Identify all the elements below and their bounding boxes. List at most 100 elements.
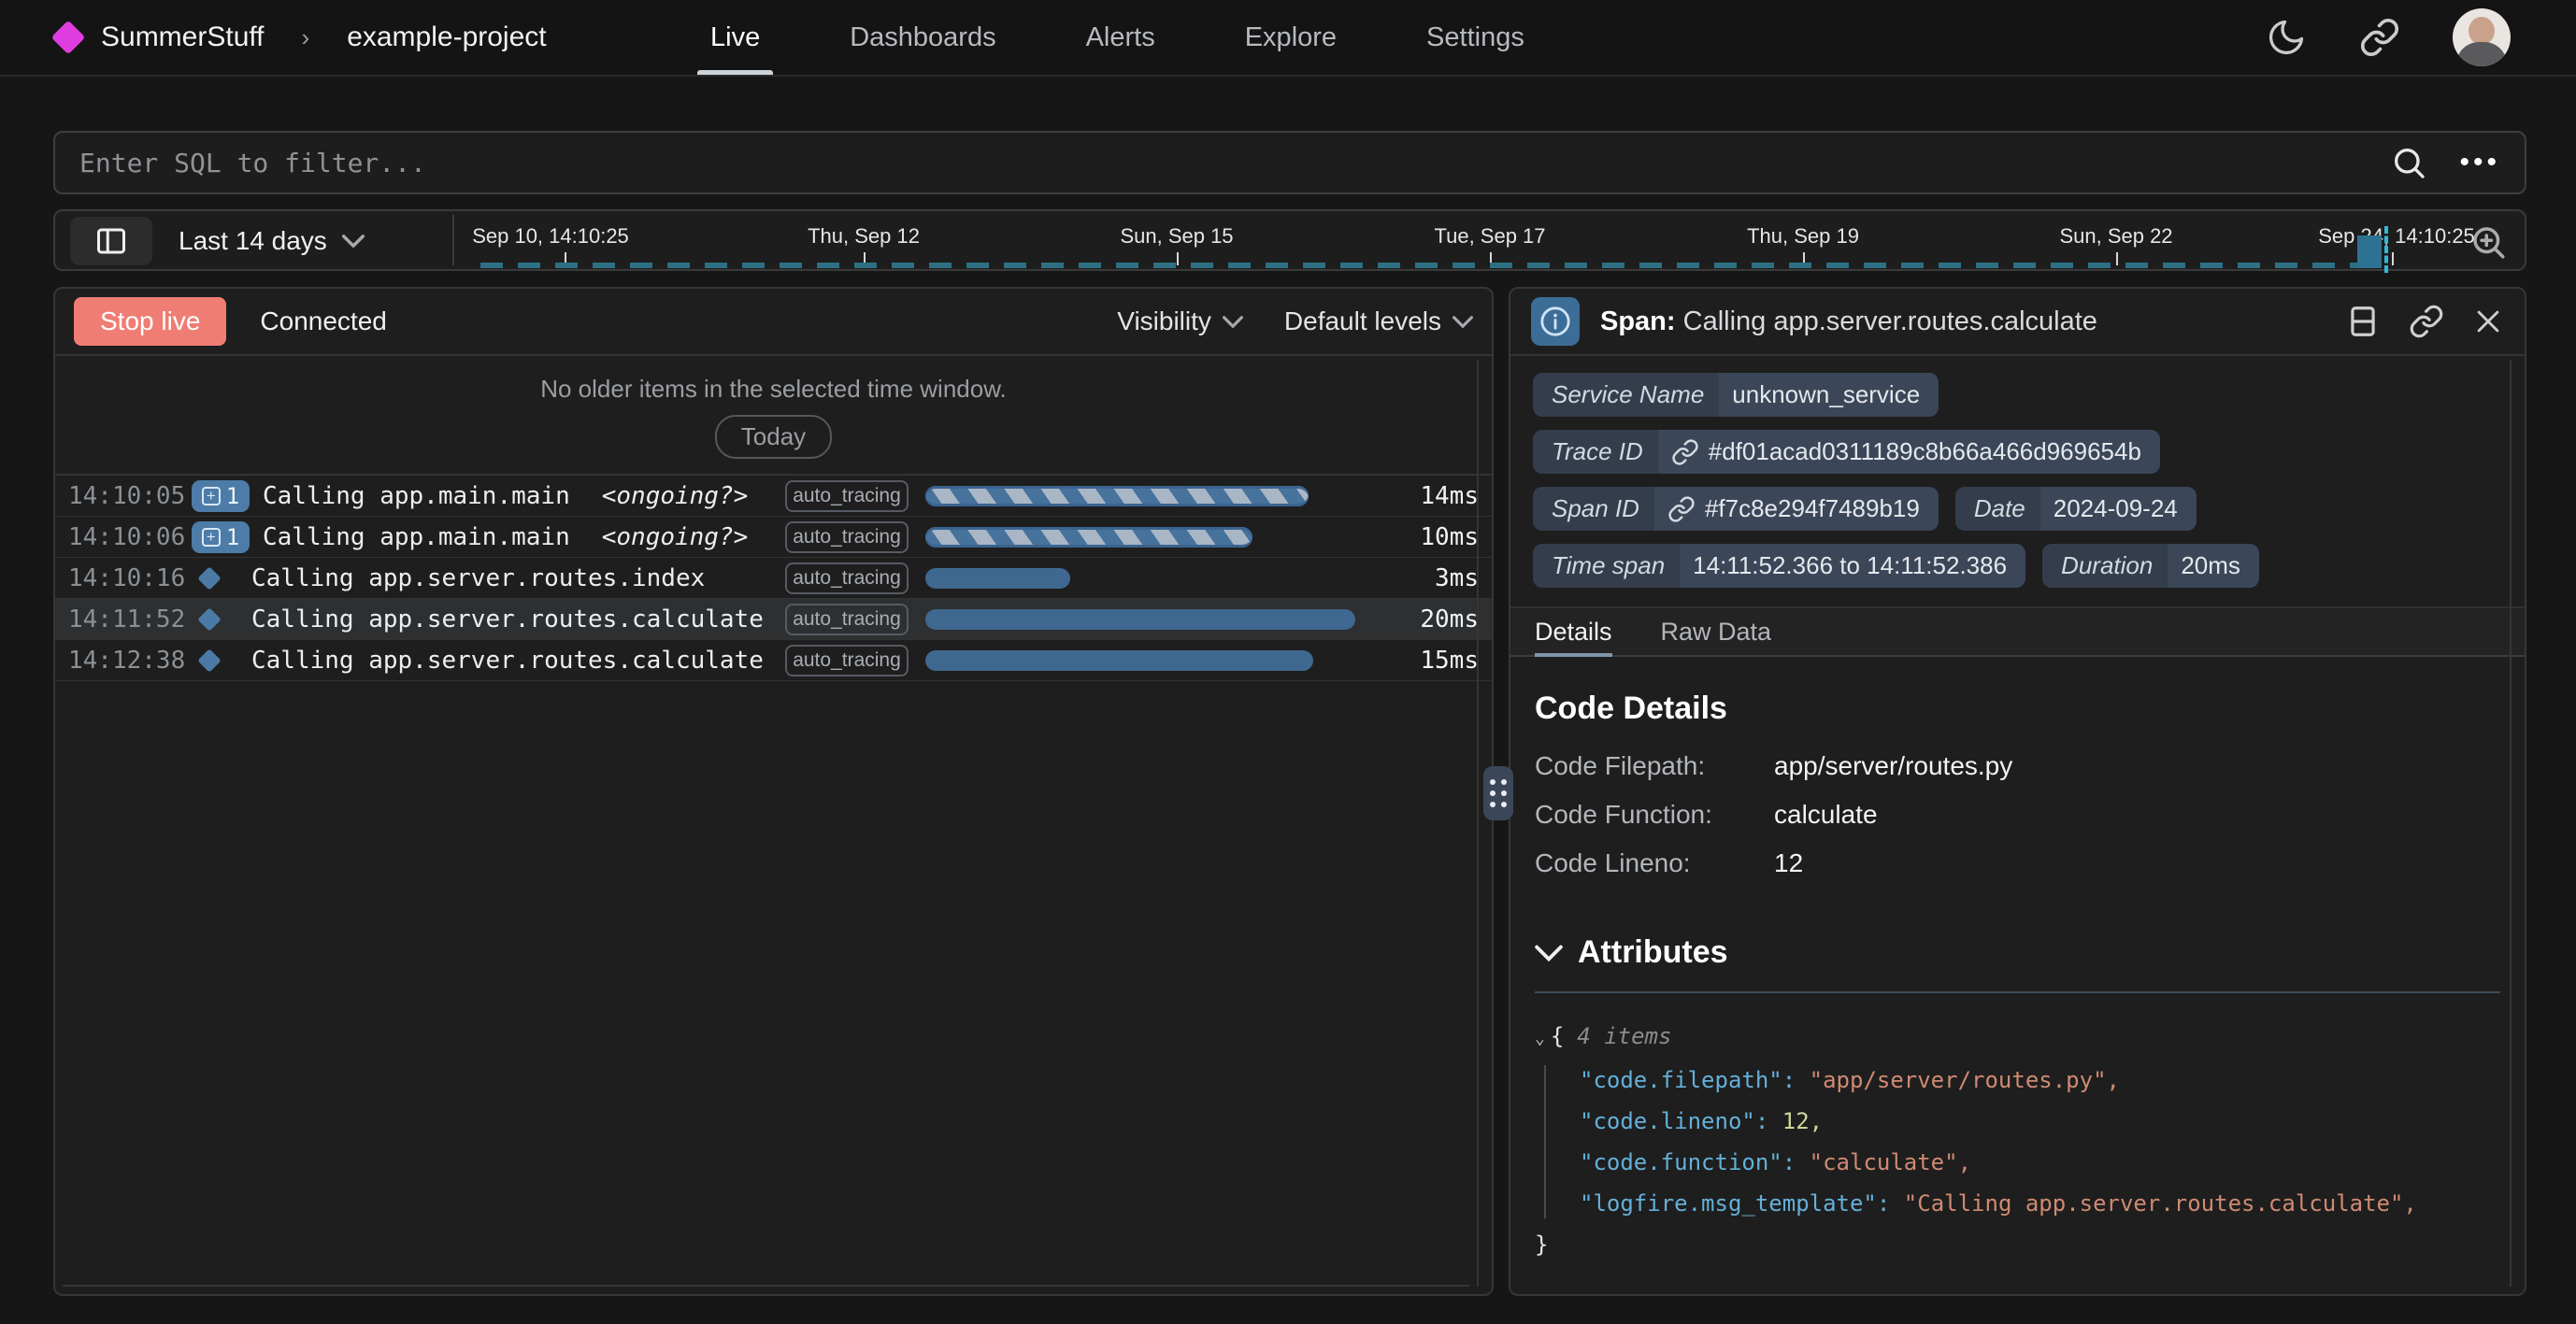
attributes-collapse-toggle[interactable]: Attributes [1535, 934, 2500, 971]
tab-dashboards[interactable]: Dashboards [850, 0, 995, 75]
plus-square-icon: + [202, 528, 221, 547]
span-row[interactable]: 14:10:06 +1 Calling app.main.main <ongoi… [55, 517, 1492, 558]
row-tag[interactable]: auto_tracing [785, 480, 909, 512]
row-timestamp: 14:10:16 [68, 564, 180, 592]
span-row[interactable]: 14:10:16 Calling app.server.routes.index… [55, 558, 1492, 599]
user-avatar[interactable] [2453, 8, 2511, 66]
duration-bar [925, 609, 1355, 630]
span-row[interactable]: 14:10:05 +1 Calling app.main.main <ongoi… [55, 476, 1492, 517]
span-panel-title: Span: Calling app.server.routes.calculat… [1600, 306, 2097, 337]
row-duration: 14ms [1393, 482, 1479, 510]
vertical-scrollbar[interactable] [2510, 360, 2512, 1287]
code-details-heading: Code Details [1535, 690, 2500, 727]
tab-explore[interactable]: Explore [1245, 0, 1337, 75]
dark-mode-moon-icon[interactable] [2266, 17, 2307, 58]
today-button[interactable]: Today [715, 415, 832, 459]
badge-service-name: Service Name unknown_service [1533, 373, 1939, 417]
span-diamond-icon [197, 607, 221, 631]
tab-live[interactable]: Live [710, 0, 760, 75]
span-row-selected[interactable]: 14:11:52 Calling app.server.routes.calcu… [55, 599, 1492, 640]
expand-children-badge[interactable]: +1 [192, 521, 250, 553]
timeline-tick-label: Sun, Sep 15 [1120, 224, 1233, 249]
duration-bar-track [925, 527, 1393, 548]
badge-time-span: Time span 14:11:52.366 to 14:11:52.386 [1533, 544, 2025, 588]
row-message: Calling app.main.main [263, 482, 570, 510]
timeline-activity-dashes [480, 263, 2384, 268]
row-ongoing-note: <ongoing?> [602, 523, 749, 551]
plus-square-icon: + [202, 487, 221, 505]
span-detail-panel: Span: Calling app.server.routes.calculat… [1509, 287, 2526, 1296]
span-diamond-icon [197, 648, 221, 672]
timeline-tick-label: Tue, Sep 17 [1434, 224, 1545, 249]
span-diamond-icon [197, 566, 221, 590]
row-duration: 20ms [1393, 605, 1479, 634]
visibility-dropdown[interactable]: Visibility [1117, 306, 1243, 336]
code-lineno-row: Code Lineno: 12 [1535, 848, 2500, 878]
default-levels-dropdown[interactable]: Default levels [1284, 306, 1473, 336]
split-panel-icon[interactable] [2345, 304, 2381, 339]
badge-trace-id[interactable]: Trace ID #df01acad0311189c8b66a466d96965… [1533, 430, 2160, 474]
row-duration: 10ms [1393, 523, 1479, 551]
empty-window-message: No older items in the selected time wind… [55, 375, 1492, 404]
row-message: Calling app.server.routes.calculate [251, 605, 764, 634]
logfire-logo-icon[interactable] [51, 21, 86, 55]
duration-bar-track [925, 568, 1393, 589]
row-tag[interactable]: auto_tracing [785, 604, 909, 635]
json-collapse-icon[interactable]: ⌄ [1535, 1029, 1545, 1048]
sql-filter-bar: ••• [53, 131, 2526, 194]
main-nav: Live Dashboards Alerts Explore Settings [710, 0, 1524, 75]
tab-alerts[interactable]: Alerts [1086, 0, 1155, 75]
close-icon[interactable] [2472, 306, 2504, 337]
code-function-row: Code Function: calculate [1535, 800, 2500, 830]
duration-bar-track [925, 609, 1393, 630]
search-icon[interactable] [2390, 144, 2427, 181]
tab-settings[interactable]: Settings [1426, 0, 1524, 75]
sidebar-toggle-icon[interactable] [70, 217, 152, 265]
json-entry: "code.filepath": "app/server/routes.py", [1580, 1060, 2500, 1101]
duration-bar [925, 568, 1070, 589]
badge-span-id[interactable]: Span ID #f7c8e294f7489b19 [1533, 487, 1939, 531]
row-timestamp: 14:10:06 [68, 523, 180, 551]
timeline-tick-label: Thu, Sep 12 [808, 224, 920, 249]
panel-resize-handle[interactable] [1483, 766, 1513, 820]
row-timestamp: 14:10:05 [68, 482, 180, 510]
badge-duration: Duration 20ms [2042, 544, 2259, 588]
row-tag[interactable]: auto_tracing [785, 645, 909, 676]
row-ongoing-note: <ongoing?> [602, 482, 749, 510]
tab-details[interactable]: Details [1535, 608, 1612, 655]
timeline-divider [452, 215, 454, 265]
project-name[interactable]: example-project [347, 21, 546, 53]
row-duration: 3ms [1393, 564, 1479, 592]
timeline-tick-label: Sun, Sep 22 [2059, 224, 2172, 249]
row-tag[interactable]: auto_tracing [785, 521, 909, 553]
link-icon [1667, 495, 1696, 523]
time-range-dropdown[interactable]: Last 14 days [179, 226, 365, 256]
sql-filter-input[interactable] [79, 148, 2390, 178]
vertical-scrollbar[interactable] [1477, 360, 1479, 1287]
row-tag[interactable]: auto_tracing [785, 562, 909, 594]
span-row[interactable]: 14:12:38 Calling app.server.routes.calcu… [55, 640, 1492, 681]
top-bar: SummerStuff › example-project Live Dashb… [0, 0, 2576, 77]
zoom-in-icon[interactable] [2469, 222, 2508, 262]
timeline-bar: Last 14 days Sep 10, 14:10:25 Thu, Sep 1… [53, 209, 2526, 271]
more-options-icon[interactable]: ••• [2459, 147, 2500, 178]
duration-bar [925, 527, 1252, 548]
expand-children-badge[interactable]: +1 [192, 480, 250, 512]
timeline-cursor[interactable] [2384, 226, 2388, 273]
timeline-activity-spike [2357, 235, 2382, 268]
share-link-icon[interactable] [2359, 17, 2400, 58]
stop-live-button[interactable]: Stop live [74, 297, 226, 346]
row-duration: 15ms [1393, 647, 1479, 675]
tab-raw-data[interactable]: Raw Data [1661, 608, 1772, 655]
row-message: Calling app.server.routes.index [251, 564, 705, 592]
horizontal-scrollbar[interactable] [63, 1285, 1469, 1287]
org-name[interactable]: SummerStuff [101, 21, 265, 53]
attributes-json-viewer[interactable]: ⌄{4 items "code.filepath": "app/server/r… [1535, 1016, 2500, 1265]
info-icon [1531, 297, 1580, 346]
attributes-divider [1535, 991, 2500, 993]
row-message: Calling app.main.main [263, 523, 570, 551]
row-timestamp: 14:11:52 [68, 605, 180, 634]
json-entry: "code.lineno": 12, [1580, 1101, 2500, 1142]
timeline-tick-label: Sep 10, 14:10:25 [472, 224, 629, 249]
copy-link-icon[interactable] [2409, 304, 2444, 339]
